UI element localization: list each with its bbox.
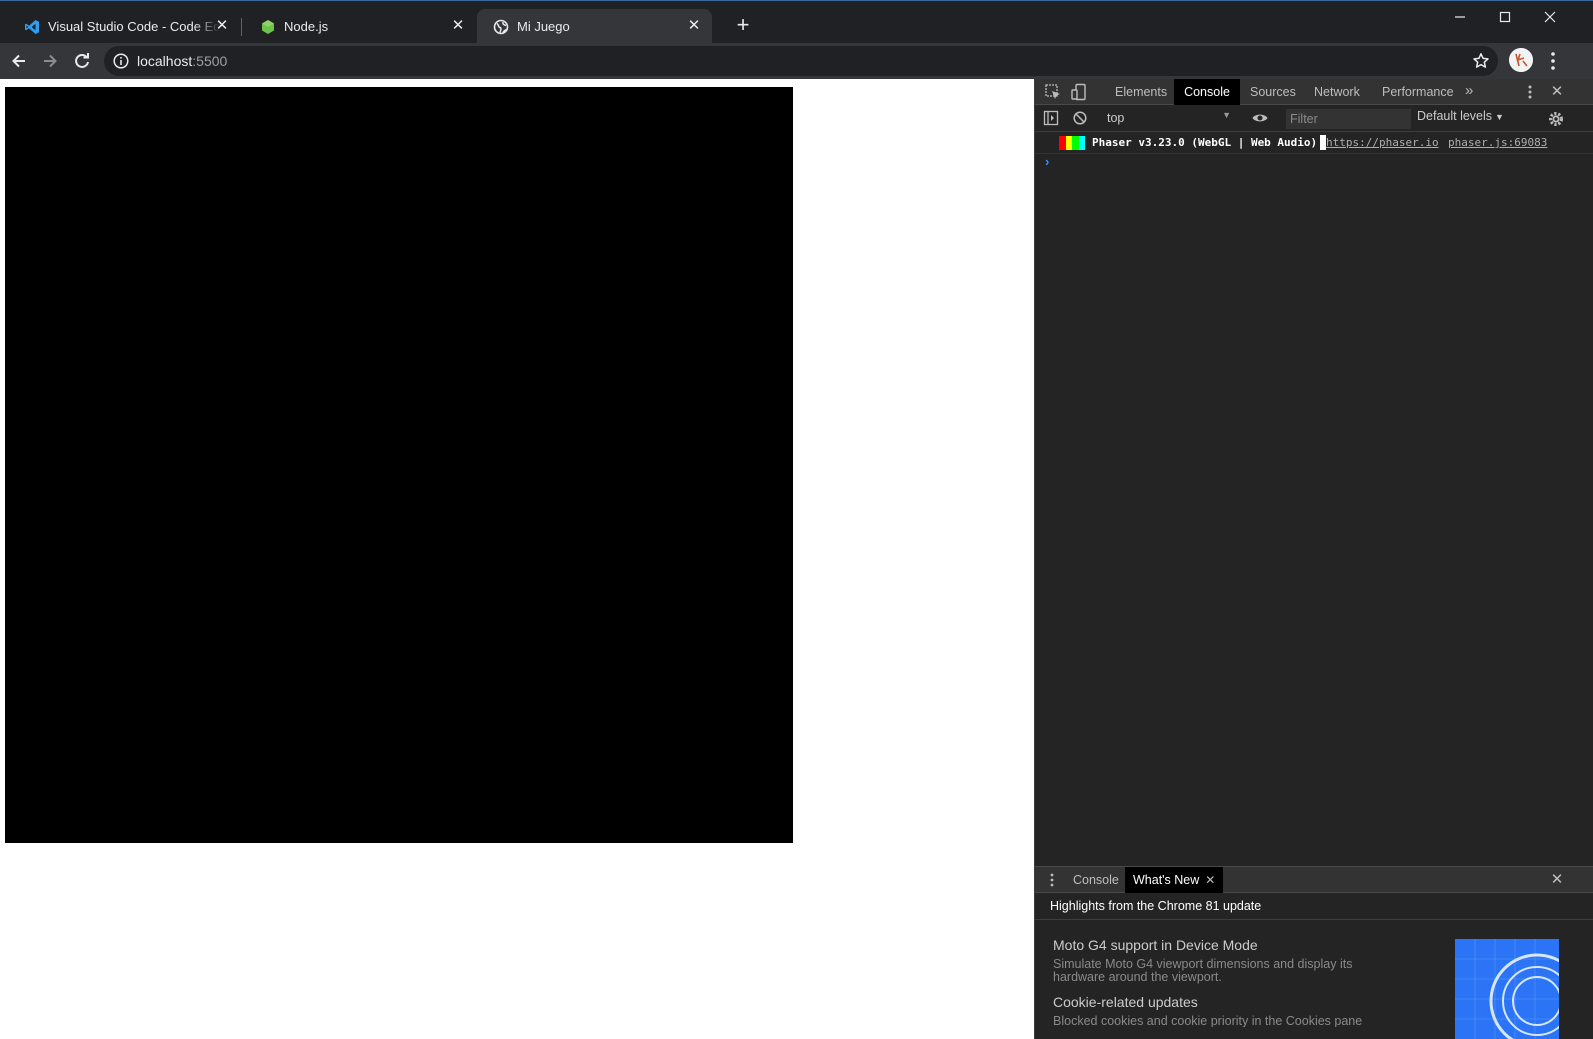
new-tab-button[interactable]: + [733,14,753,36]
arrow-right-icon [44,54,57,68]
gear-icon[interactable] [1547,110,1565,128]
console-toolbar: top ▼ Default levels▼ [1035,105,1593,132]
globe-icon [493,19,509,35]
browser-toolbar: localhost:5500 [0,43,1593,79]
arrow-left-icon [12,54,25,68]
star-icon[interactable] [1472,52,1490,70]
eye-icon[interactable] [1251,109,1269,127]
tab-performance[interactable]: Performance [1372,79,1464,105]
console-message: Phaser v3.23.0 (WebGL | Web Audio) https… [1035,132,1593,154]
devtools-tabbar: Elements Console Sources Network Perform… [1035,79,1593,105]
tab-console[interactable]: Console [1174,79,1240,105]
page-viewport [0,79,1034,1039]
dropdown-arrow-icon: ▼ [1495,112,1504,122]
context-value: top [1107,111,1125,125]
kebab-menu-icon[interactable] [1543,49,1563,73]
tab-separator [241,18,242,36]
tab-mi-juego[interactable]: Mi Juego ✕ [477,9,712,44]
tab-title: Visual Studio Code - Code Editing [48,19,220,34]
drawer-tab-label: What's New [1133,873,1200,887]
close-tab-icon[interactable]: ✕ [686,18,702,34]
context-select[interactable]: top ▼ [1101,108,1235,128]
badge-color-cyan [1078,136,1085,150]
whats-new-header: Highlights from the Chrome 81 update [1035,893,1593,920]
maximize-icon[interactable] [1482,3,1528,31]
console-prompt[interactable]: › [1045,154,1049,169]
url-port: :5500 [192,53,228,69]
phaser-link[interactable]: https://phaser.io [1326,136,1439,149]
profile-avatar[interactable] [1509,48,1533,72]
nodejs-icon [260,19,276,35]
drawer-tab-label: Console [1073,873,1119,887]
tab-network[interactable]: Network [1304,79,1370,105]
devtools-menu-icon[interactable] [1524,83,1536,101]
tab-sources[interactable]: Sources [1240,79,1306,105]
whats-new-item-title[interactable]: Moto G4 support in Device Mode [1053,937,1258,953]
source-location-link[interactable]: phaser.js:69083 [1448,136,1547,149]
phaser-badge [1059,136,1085,150]
close-tab-icon[interactable]: ✕ [1205,873,1215,887]
address-bar[interactable]: localhost:5500 [104,46,1498,76]
url-text[interactable]: localhost:5500 [137,53,227,69]
tab-nodejs[interactable]: Node.js ✕ [244,9,476,44]
dropdown-arrow-icon: ▼ [1222,110,1231,120]
game-canvas[interactable] [5,87,793,843]
console-filter-input[interactable] [1286,109,1411,129]
vscode-icon [24,19,40,35]
drawer-tab-console[interactable]: Console [1065,867,1127,893]
whats-new-thumbnail [1455,939,1559,1039]
whats-new-title: Highlights from the Chrome 81 update [1050,899,1262,913]
whats-new-item-desc: Blocked cookies and cookie priority in t… [1053,1015,1363,1027]
close-icon[interactable] [1527,3,1573,31]
forward-button[interactable] [37,48,63,74]
devtools-drawer: Console What's New ✕ ✕ Highlights from th… [1035,866,1593,1039]
close-tab-icon[interactable]: ✕ [214,18,230,34]
tab-title: Mi Juego [517,19,570,34]
info-icon[interactable] [113,53,129,69]
log-levels-select[interactable]: Default levels ▼ [1417,109,1504,123]
tab-title: Node.js [284,19,329,34]
back-button[interactable] [6,48,32,74]
tab-elements[interactable]: Elements [1105,79,1177,105]
minimize-icon[interactable] [1437,3,1483,31]
clear-console-icon[interactable] [1071,109,1089,127]
devtools-panel: Elements Console Sources Network Perform… [1034,79,1593,1039]
devtools-close-icon[interactable]: ✕ [1549,83,1565,101]
reload-icon [75,53,89,68]
browser-tab-strip: Visual Studio Code - Code Editing ✕ Node… [0,0,1593,44]
url-host: localhost [137,53,193,69]
tab-vscode[interactable]: Visual Studio Code - Code Editing ✕ [8,9,240,44]
log-levels-label: Default levels [1417,109,1493,123]
drawer-tabbar: Console What's New ✕ ✕ [1035,866,1593,893]
drawer-tab-whats-new[interactable]: What's New ✕ [1125,867,1224,893]
device-toggle-icon[interactable] [1070,83,1088,101]
drawer-close-icon[interactable]: ✕ [1549,871,1565,889]
whats-new-item-title[interactable]: Cookie-related updates [1053,994,1198,1010]
whats-new-item-desc: Simulate Moto G4 viewport dimensions and… [1053,957,1353,984]
console-message-text: Phaser v3.23.0 (WebGL | Web Audio) [1092,136,1318,149]
close-tab-icon[interactable]: ✕ [450,18,466,34]
more-tabs-button[interactable]: » [1465,82,1473,99]
drawer-menu-icon[interactable] [1047,872,1057,888]
sidebar-toggle-icon[interactable] [1042,109,1060,127]
inspect-element-icon[interactable] [1044,83,1062,101]
reload-button[interactable] [69,48,95,74]
